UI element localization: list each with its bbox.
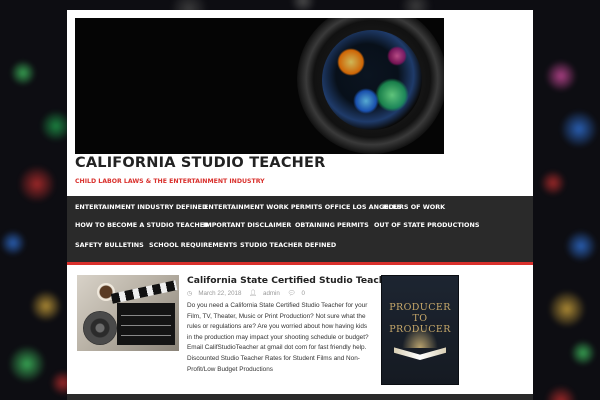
post-comment-count[interactable]: 0: [301, 290, 304, 297]
book-cover-footer-text: [388, 370, 452, 373]
book-light-rays-graphic: [402, 326, 438, 348]
clapperboard-line: [121, 315, 171, 316]
book-cover-small-text: [388, 282, 452, 286]
bokeh-light: [10, 60, 36, 86]
nav-item-hours-of-work[interactable]: HOURS OF WORK: [375, 198, 453, 216]
film-reel-graphic: [83, 311, 117, 345]
nav-item-safety-bulletins[interactable]: SAFETY BULLETINS: [67, 236, 152, 254]
footer-bar: [67, 394, 533, 400]
clapperboard-body-graphic: [117, 303, 175, 345]
main-content: California State Certified Studio Teache…: [67, 265, 533, 400]
bokeh-light: [30, 290, 62, 322]
post-excerpt: Do you need a California State Certified…: [187, 302, 369, 373]
nav-item-school-requirements[interactable]: SCHOOL REQUIREMENTS: [141, 236, 245, 254]
bokeh-light: [545, 385, 577, 400]
nav-item-studio-teacher-defined[interactable]: STUDIO TEACHER DEFINED: [232, 236, 344, 254]
post-thumbnail-image[interactable]: [77, 275, 179, 351]
bokeh-light: [0, 230, 26, 256]
comment-icon: 💬︎: [287, 290, 296, 297]
post-author[interactable]: admin: [263, 290, 280, 297]
clapperboard-line: [121, 335, 171, 336]
main-navigation: ENTERTAINMENT INDUSTRY DEFINED ENTERTAIN…: [67, 196, 533, 265]
nav-item-important-disclaimer[interactable]: IMPORTANT DISCLAIMER: [195, 216, 299, 234]
bokeh-light: [18, 165, 56, 203]
site-tagline: CHILD LABOR LAWS & THE ENTERTAINMENT IND…: [75, 178, 265, 185]
sidebar-book-cover-image[interactable]: PRODUCER TO PRODUCER: [381, 275, 459, 385]
book-title-line1: PRODUCER TO: [389, 302, 451, 324]
bokeh-light: [545, 60, 577, 92]
post-date[interactable]: March 22, 2018: [198, 290, 241, 297]
nav-item-out-of-state-productions[interactable]: OUT OF STATE PRODUCTIONS: [366, 216, 487, 234]
lens-glint-green: [375, 78, 409, 112]
post-title-link[interactable]: California State Certified Studio Teache…: [187, 275, 396, 286]
lens-glint-yellow: [337, 48, 365, 76]
page-container: CALIFORNIA STUDIO TEACHER CHILD LABOR LA…: [67, 10, 533, 400]
nav-item-obtaining-permits[interactable]: OBTAINING PERMITS: [287, 216, 377, 234]
clapperboard-line: [121, 325, 171, 326]
bokeh-light: [8, 345, 46, 383]
camera-lens-glass: [322, 30, 422, 130]
lens-glint-blue: [353, 88, 379, 114]
clock-icon: ◷: [187, 290, 193, 297]
site-title[interactable]: CALIFORNIA STUDIO TEACHER: [75, 155, 325, 171]
nav-item-entertainment-industry-defined[interactable]: ENTERTAINMENT INDUSTRY DEFINED: [67, 198, 215, 216]
bokeh-light: [560, 110, 598, 148]
bokeh-light: [565, 230, 597, 262]
clapperboard-top-graphic: [110, 280, 178, 304]
user-icon: 👤︎: [249, 290, 257, 297]
bokeh-light: [548, 290, 586, 328]
lens-glint-pink: [387, 46, 407, 66]
header-banner-image[interactable]: [75, 18, 444, 154]
post-meta: ◷ March 22, 2018 👤︎ admin 💬︎ 0: [187, 289, 311, 297]
bokeh-light: [540, 170, 566, 196]
bokeh-light: [570, 340, 596, 366]
